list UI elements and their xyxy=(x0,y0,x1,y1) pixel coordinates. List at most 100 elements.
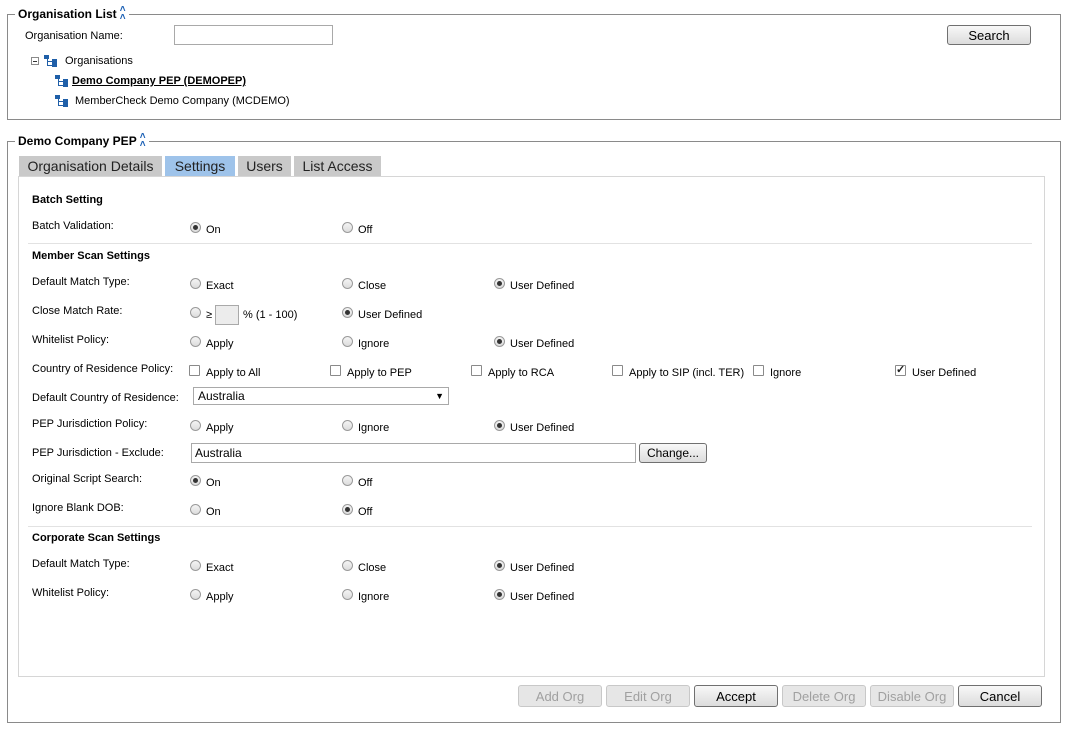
change-button[interactable]: Change... xyxy=(639,443,707,463)
script-search-off[interactable]: Off xyxy=(342,474,372,489)
residence-apply-sip[interactable]: Apply to SIP (incl. TER) xyxy=(612,364,744,379)
pep-exclude-label: PEP Jurisdiction - Exclude: xyxy=(32,447,164,459)
member-whitelist-apply[interactable]: Apply xyxy=(190,335,234,350)
checkbox[interactable] xyxy=(330,365,341,376)
radio-button[interactable] xyxy=(494,278,505,289)
collapse-tree-icon[interactable] xyxy=(31,57,39,65)
member-scan-heading: Member Scan Settings xyxy=(32,250,150,262)
radio-button[interactable] xyxy=(190,420,201,431)
pep-jurisdiction-apply[interactable]: Apply xyxy=(190,419,234,434)
corporate-whitelist-ignore[interactable]: Ignore xyxy=(342,588,389,603)
residence-apply-rca[interactable]: Apply to RCA xyxy=(471,364,554,379)
corporate-match-exact[interactable]: Exact xyxy=(190,559,234,574)
radio-button[interactable] xyxy=(342,589,353,600)
pep-jurisdiction-user-defined[interactable]: User Defined xyxy=(494,419,574,434)
tab-organisation-details[interactable]: Organisation Details xyxy=(19,156,162,176)
checkbox[interactable] xyxy=(189,365,200,376)
disable-org-button[interactable]: Disable Org xyxy=(870,685,954,707)
corporate-match-close[interactable]: Close xyxy=(342,559,386,574)
blank-dob-off[interactable]: Off xyxy=(342,503,372,518)
batch-validation-label: Batch Validation: xyxy=(32,220,114,232)
checkbox[interactable] xyxy=(612,365,623,376)
residence-apply-pep[interactable]: Apply to PEP xyxy=(330,364,412,379)
collapse-up-icon[interactable]: ˄ ˄ xyxy=(140,132,146,150)
edit-org-button[interactable]: Edit Org xyxy=(606,685,690,707)
close-match-rate-user-defined[interactable]: User Defined xyxy=(342,306,422,321)
default-country-value: Australia xyxy=(198,389,245,403)
search-button[interactable]: Search xyxy=(947,25,1031,45)
dropdown-arrow-icon: ▼ xyxy=(435,391,444,401)
tab-list-access[interactable]: List Access xyxy=(294,156,381,176)
org-hierarchy-icon xyxy=(44,55,58,67)
tree-org-label[interactable]: Demo Company PEP (DEMOPEP) xyxy=(72,75,246,87)
organisation-detail-legend: Demo Company PEP ˄ ˄ xyxy=(15,132,149,150)
batch-validation-on[interactable]: On xyxy=(190,221,221,236)
checkbox[interactable] xyxy=(471,365,482,376)
pep-jurisdiction-ignore[interactable]: Ignore xyxy=(342,419,389,434)
radio-button[interactable] xyxy=(494,589,505,600)
organisation-name-input[interactable] xyxy=(174,25,333,45)
tab-users[interactable]: Users xyxy=(238,156,291,176)
cancel-button[interactable]: Cancel xyxy=(958,685,1042,707)
radio-button[interactable] xyxy=(190,307,201,318)
residence-policy-label: Country of Residence Policy: xyxy=(32,363,174,375)
corporate-scan-heading: Corporate Scan Settings xyxy=(32,532,161,544)
tree-org-demopep[interactable]: Demo Company PEP (DEMOPEP) xyxy=(55,75,246,87)
pep-exclude-input[interactable]: Australia xyxy=(191,443,636,463)
member-match-user-defined[interactable]: User Defined xyxy=(494,277,574,292)
residence-user-defined[interactable]: User Defined xyxy=(895,363,976,379)
radio-button[interactable] xyxy=(342,420,353,431)
radio-button[interactable] xyxy=(190,504,201,515)
radio-button[interactable] xyxy=(342,278,353,289)
tree-root-label: Organisations xyxy=(65,55,133,67)
org-hierarchy-icon xyxy=(55,75,69,87)
radio-button[interactable] xyxy=(190,336,201,347)
corporate-whitelist-apply[interactable]: Apply xyxy=(190,588,234,603)
tree-root-organisations[interactable]: Organisations xyxy=(31,55,133,67)
corporate-match-user-defined[interactable]: User Defined xyxy=(494,559,574,574)
default-country-label: Default Country of Residence: xyxy=(32,392,179,404)
close-match-rate-input[interactable] xyxy=(215,305,239,325)
radio-button[interactable] xyxy=(190,278,201,289)
script-search-on[interactable]: On xyxy=(190,474,221,489)
radio-button[interactable] xyxy=(342,336,353,347)
separator xyxy=(28,526,1032,527)
tree-org-label[interactable]: MemberCheck Demo Company (MCDEMO) xyxy=(75,95,290,107)
add-org-button[interactable]: Add Org xyxy=(518,685,602,707)
separator xyxy=(28,243,1032,244)
residence-apply-all[interactable]: Apply to All xyxy=(189,364,260,379)
residence-ignore[interactable]: Ignore xyxy=(753,364,801,379)
batch-setting-heading: Batch Setting xyxy=(32,194,103,206)
organisation-name-label: Organisation Name: xyxy=(25,30,123,42)
tree-org-mcdemo[interactable]: MemberCheck Demo Company (MCDEMO) xyxy=(55,95,290,107)
blank-dob-on[interactable]: On xyxy=(190,503,221,518)
radio-button[interactable] xyxy=(342,504,353,515)
member-match-exact[interactable]: Exact xyxy=(190,277,234,292)
radio-button[interactable] xyxy=(342,560,353,571)
radio-button[interactable] xyxy=(494,420,505,431)
radio-button[interactable] xyxy=(342,475,353,486)
radio-button[interactable] xyxy=(190,589,201,600)
organisation-detail-title: Demo Company PEP xyxy=(18,134,137,148)
member-whitelist-ignore[interactable]: Ignore xyxy=(342,335,389,350)
accept-button[interactable]: Accept xyxy=(694,685,778,707)
member-match-close[interactable]: Close xyxy=(342,277,386,292)
member-whitelist-user-defined[interactable]: User Defined xyxy=(494,335,574,350)
close-match-rate-label: Close Match Rate: xyxy=(32,305,123,317)
tab-settings[interactable]: Settings xyxy=(165,156,235,176)
default-country-select[interactable]: Australia ▼ xyxy=(193,387,449,405)
radio-button[interactable] xyxy=(494,560,505,571)
delete-org-button[interactable]: Delete Org xyxy=(782,685,866,707)
radio-button[interactable] xyxy=(190,560,201,571)
corporate-whitelist-user-defined[interactable]: User Defined xyxy=(494,588,574,603)
checkbox[interactable] xyxy=(753,365,764,376)
radio-button[interactable] xyxy=(342,307,353,318)
radio-button[interactable] xyxy=(342,222,353,233)
close-match-rate-custom[interactable]: ≥ xyxy=(190,306,212,321)
collapse-up-icon[interactable]: ˄ ˄ xyxy=(120,5,126,23)
radio-button[interactable] xyxy=(494,336,505,347)
radio-button[interactable] xyxy=(190,475,201,486)
batch-validation-off[interactable]: Off xyxy=(342,221,372,236)
radio-button[interactable] xyxy=(190,222,201,233)
checkbox[interactable] xyxy=(895,363,906,376)
